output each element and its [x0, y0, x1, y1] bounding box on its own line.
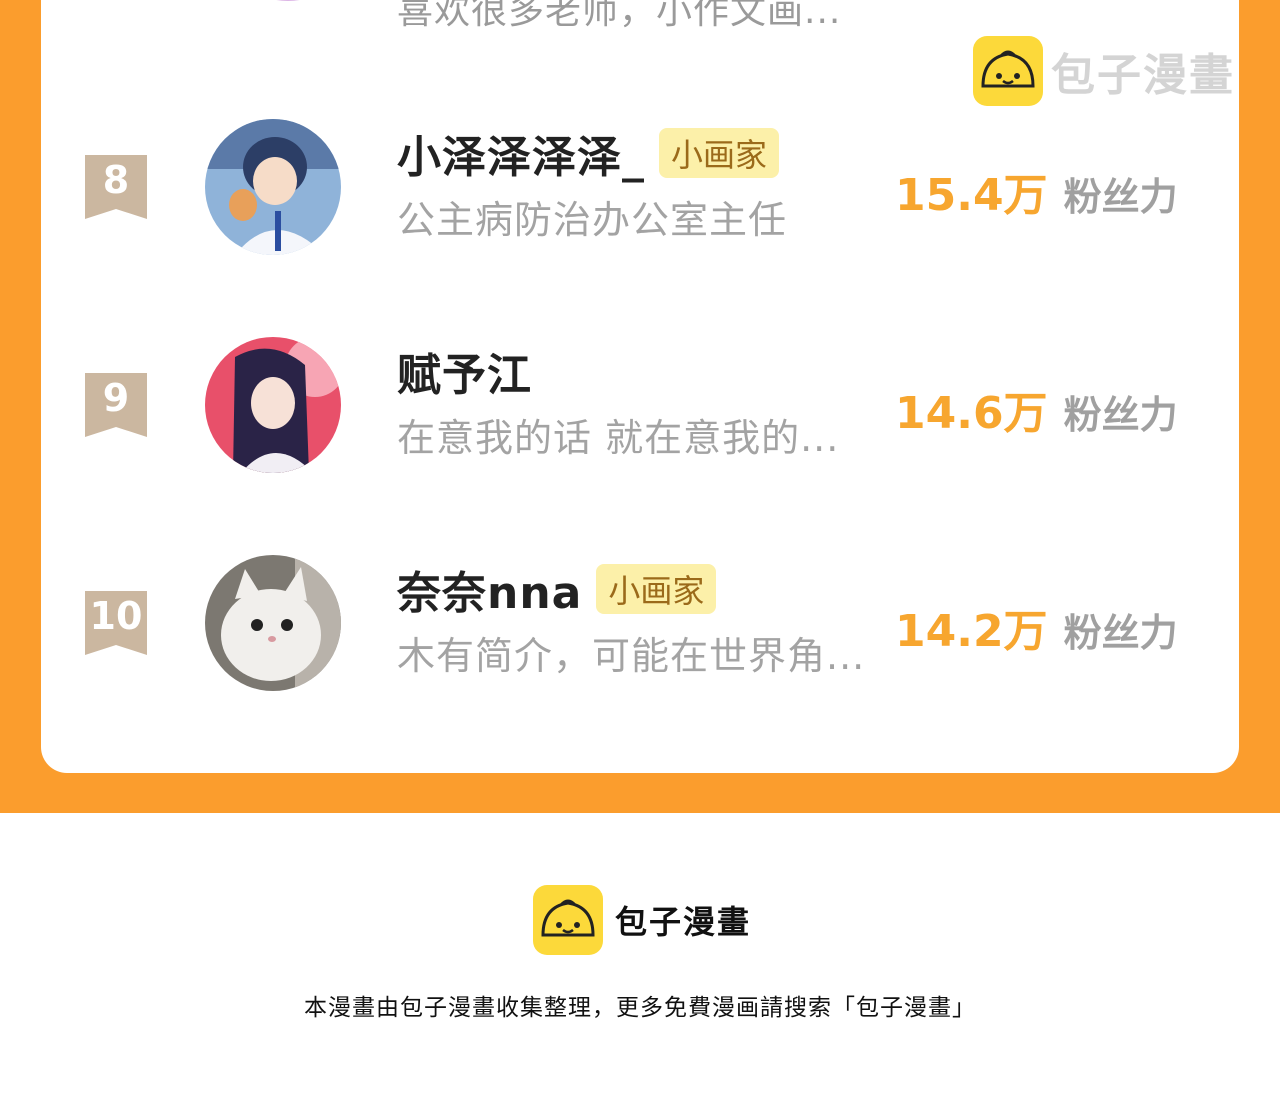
footer-brand-name: 包子漫畫: [615, 903, 752, 941]
name-line: 奈奈nna 小画家: [397, 557, 717, 621]
watermark: 包子漫畫: [973, 36, 1235, 106]
avatar[interactable]: [205, 119, 341, 255]
artist-badge: 小画家: [659, 128, 780, 178]
watermark-text: 包子漫畫: [1051, 50, 1235, 101]
name-line: 小泽泽泽泽_ 小画家: [397, 121, 780, 185]
fans-value: 15.4万: [895, 170, 1048, 221]
user-description: 公主病防治办公室主任: [397, 198, 788, 242]
bun-logo-icon: [533, 885, 603, 955]
name-line: 赋予江: [397, 339, 532, 403]
fans-label: 粉丝力: [1063, 393, 1178, 437]
ranking-row[interactable]: 10 奈奈nna 小画家 木有简介，可能在世界角... 14.2万 粉丝力: [41, 555, 1239, 695]
user-description: 在意我的话 就在意我的...: [397, 416, 840, 460]
user-description: 木有简介，可能在世界角...: [397, 634, 866, 678]
rank-number: 9: [102, 376, 130, 420]
footer-brand: 包子漫畫: [533, 885, 751, 955]
artist-badge: 小画家: [596, 564, 717, 614]
fans-power: 14.2万 粉丝力: [895, 595, 1178, 659]
fans-value: 14.2万: [895, 606, 1048, 657]
rank-number: 10: [89, 594, 143, 638]
avatar[interactable]: [205, 337, 341, 473]
user-name[interactable]: 小泽泽泽泽_: [397, 121, 645, 185]
ranking-row[interactable]: 9 赋予江 在意我的话 就在意我的... 14.6万 粉丝力: [41, 337, 1239, 477]
fans-label: 粉丝力: [1063, 175, 1178, 219]
rank-flag: 9: [85, 373, 147, 437]
fans-value: 14.6万: [895, 388, 1048, 439]
avatar[interactable]: [205, 555, 341, 691]
rank-flag: 8: [85, 155, 147, 219]
footer-note: 本漫畫由包子漫畫收集整理，更多免費漫画請搜索「包子漫畫」: [304, 995, 976, 1021]
fans-label: 粉丝力: [1063, 611, 1178, 655]
ranking-row[interactable]: 8 小泽泽泽泽_ 小画家 公主病防治办公室主任 15.4万 粉丝力: [41, 119, 1239, 259]
ranking-card: 喜欢很多老师，小作文画... 包子漫畫 8 小泽泽泽泽_ 小画家 公主病防治办公…: [41, 0, 1239, 773]
rank-number: 8: [102, 158, 130, 202]
avatar-partial[interactable]: [220, 0, 356, 1]
user-name[interactable]: 奈奈nna: [397, 557, 582, 621]
rank-flag: 10: [85, 591, 147, 655]
bun-logo-icon: [973, 36, 1043, 106]
partial-row-description: 喜欢很多老师，小作文画...: [397, 0, 842, 32]
user-name[interactable]: 赋予江: [397, 339, 532, 403]
fans-power: 15.4万 粉丝力: [895, 159, 1178, 223]
fans-power: 14.6万 粉丝力: [895, 377, 1178, 441]
